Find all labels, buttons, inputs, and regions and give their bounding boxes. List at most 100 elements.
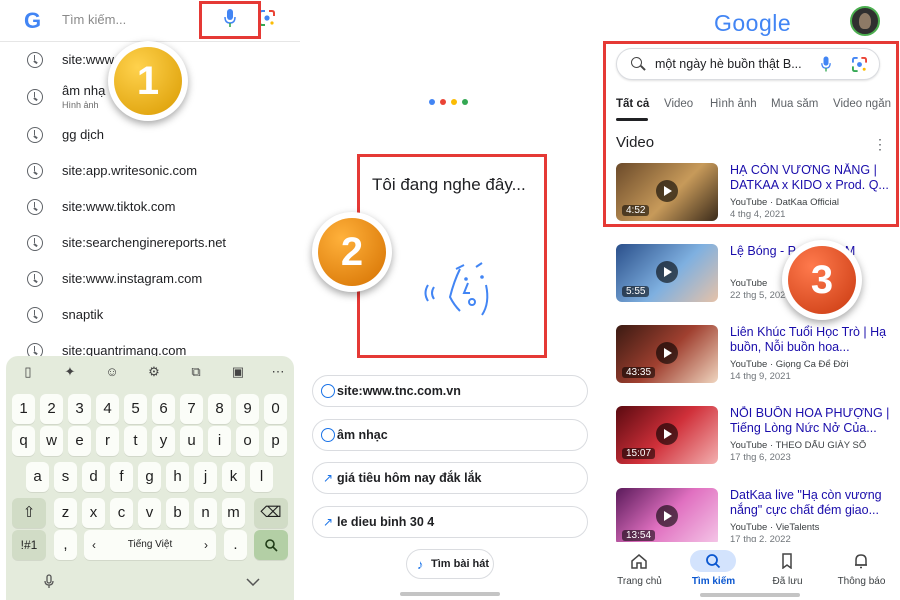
- emoji-icon[interactable]: ☺: [104, 364, 120, 380]
- comma-key[interactable]: ,: [54, 530, 77, 560]
- key-o[interactable]: o: [236, 426, 259, 456]
- key-s[interactable]: s: [54, 462, 77, 492]
- video-result[interactable]: 13:54 DatKaa live "Hạ còn vương nắng" cự…: [616, 488, 888, 548]
- lens-icon[interactable]: [259, 10, 275, 26]
- key-c[interactable]: c: [110, 498, 133, 528]
- nav-saved[interactable]: Đã lưu: [750, 542, 825, 590]
- bell-icon: [855, 554, 867, 569]
- key-m[interactable]: m: [222, 498, 245, 528]
- video-duration: 43:35: [622, 367, 656, 378]
- period-key[interactable]: .: [224, 530, 247, 560]
- result-highlight: [603, 41, 899, 227]
- song-search-button[interactable]: ♪ Tìm bài hát: [406, 549, 494, 579]
- nav-label: Thông báo: [837, 576, 886, 587]
- nav-search[interactable]: Tìm kiếm: [676, 542, 751, 590]
- history-icon: [27, 199, 43, 215]
- key-w[interactable]: w: [40, 426, 63, 456]
- suggestion-chip[interactable]: ↗ giá tiêu hôm nay đắk lắk: [312, 462, 588, 494]
- video-date: 22 thg 5, 202: [730, 290, 786, 301]
- search-placeholder[interactable]: Tìm kiếm...: [62, 12, 126, 27]
- key-k[interactable]: k: [222, 462, 245, 492]
- history-text: site:searchenginereports.net: [62, 235, 227, 250]
- play-icon: [656, 261, 678, 283]
- video-thumbnail[interactable]: 13:54: [616, 488, 718, 546]
- key-d[interactable]: d: [82, 462, 105, 492]
- home-indicator: [400, 592, 500, 596]
- shift-key[interactable]: ⇧: [12, 498, 46, 528]
- video-thumbnail[interactable]: 43:35: [616, 325, 718, 383]
- history-text: site:www.tiktok.com: [62, 199, 176, 214]
- suggestion-text: giá tiêu hôm nay đắk lắk: [337, 471, 482, 485]
- video-thumbnail[interactable]: 15:07: [616, 406, 718, 464]
- key-h[interactable]: h: [166, 462, 189, 492]
- hide-keyboard-icon[interactable]: [246, 578, 260, 586]
- key-q[interactable]: q: [12, 426, 35, 456]
- panel-search-results: Google một ngày hè buồn thật B... Tất cả…: [600, 0, 900, 600]
- symbols-key[interactable]: !#1: [12, 530, 46, 560]
- suggestion-text: site:www.tnc.com.vn: [337, 384, 461, 398]
- key-6[interactable]: 6: [152, 394, 175, 424]
- sticker-icon[interactable]: ▣: [230, 364, 246, 380]
- video-title[interactable]: Liên Khúc Tuổi Học Trò | Hạ buồn, Nỗi bu…: [730, 325, 890, 355]
- clipboard-icon[interactable]: ▯: [20, 364, 36, 380]
- key-0[interactable]: 0: [264, 394, 287, 424]
- key-f[interactable]: f: [110, 462, 133, 492]
- video-duration: 5:55: [622, 286, 650, 297]
- key-3[interactable]: 3: [68, 394, 91, 424]
- key-5[interactable]: 5: [124, 394, 147, 424]
- key-n[interactable]: n: [194, 498, 217, 528]
- keyboard-mic-icon[interactable]: [44, 574, 54, 590]
- trending-icon: ↗: [322, 515, 334, 529]
- key-g[interactable]: g: [138, 462, 161, 492]
- suggestion-chip[interactable]: ↗ le dieu binh 30 4: [312, 506, 588, 538]
- key-2[interactable]: 2: [40, 394, 63, 424]
- history-text: gg dịch: [62, 127, 104, 142]
- key-e[interactable]: e: [68, 426, 91, 456]
- song-search-label: Tìm bài hát: [431, 558, 490, 570]
- play-icon: [656, 423, 678, 445]
- video-title[interactable]: DatKaa live "Hạ còn vương nắng" cực chất…: [730, 488, 890, 518]
- key-p[interactable]: p: [264, 426, 287, 456]
- avatar[interactable]: [850, 6, 880, 36]
- translate-icon[interactable]: ⧉: [188, 364, 204, 380]
- key-l[interactable]: l: [250, 462, 273, 492]
- history-icon: [27, 163, 43, 179]
- video-title[interactable]: NỖI BUỒN HOA PHƯỢNG | Tiếng Lòng Nức Nở …: [730, 406, 890, 436]
- history-text: âm nhạ: [62, 83, 106, 98]
- video-result[interactable]: 15:07 NỖI BUỒN HOA PHƯỢNG | Tiếng Lòng N…: [616, 406, 890, 466]
- music-note-icon: ♪: [417, 557, 424, 572]
- video-result[interactable]: 43:35 Liên Khúc Tuổi Học Trò | Hạ buồn, …: [616, 325, 888, 385]
- key-u[interactable]: u: [180, 426, 203, 456]
- key-v[interactable]: v: [138, 498, 161, 528]
- key-t[interactable]: t: [124, 426, 147, 456]
- key-1[interactable]: 1: [12, 394, 35, 424]
- nav-label: Đã lưu: [772, 576, 803, 587]
- key-4[interactable]: 4: [96, 394, 119, 424]
- backspace-key[interactable]: ⌫: [254, 498, 288, 528]
- video-thumbnail[interactable]: 5:55: [616, 244, 718, 302]
- key-b[interactable]: b: [166, 498, 189, 528]
- key-7[interactable]: 7: [180, 394, 203, 424]
- settings-icon[interactable]: ⚙: [146, 364, 162, 380]
- key-x[interactable]: x: [82, 498, 105, 528]
- key-j[interactable]: j: [194, 462, 217, 492]
- key-8[interactable]: 8: [208, 394, 231, 424]
- video-source: YouTube · Giọng Ca Để Đời: [730, 359, 849, 370]
- history-icon: [27, 235, 43, 251]
- key-a[interactable]: a: [26, 462, 49, 492]
- suggestion-chip[interactable]: âm nhạc: [312, 419, 588, 451]
- nav-home[interactable]: Trang chủ: [602, 542, 677, 590]
- key-y[interactable]: y: [152, 426, 175, 456]
- key-i[interactable]: i: [208, 426, 231, 456]
- key-z[interactable]: z: [54, 498, 77, 528]
- sparkle-icon[interactable]: ✦: [62, 364, 78, 380]
- key-9[interactable]: 9: [236, 394, 259, 424]
- keyboard: ▯ ✦ ☺ ⚙ ⧉ ▣ ⋯ 1234567890 qwertyuiop asdfgh…: [6, 356, 294, 600]
- search-icon: [706, 554, 721, 569]
- suggestion-chip[interactable]: site:www.tnc.com.vn: [312, 375, 588, 407]
- space-key[interactable]: ‹ Tiếng Việt ›: [84, 530, 216, 560]
- nav-notifications[interactable]: Thông báo: [824, 542, 899, 590]
- search-key[interactable]: [254, 530, 288, 560]
- key-r[interactable]: r: [96, 426, 119, 456]
- more-icon[interactable]: ⋯: [270, 364, 286, 380]
